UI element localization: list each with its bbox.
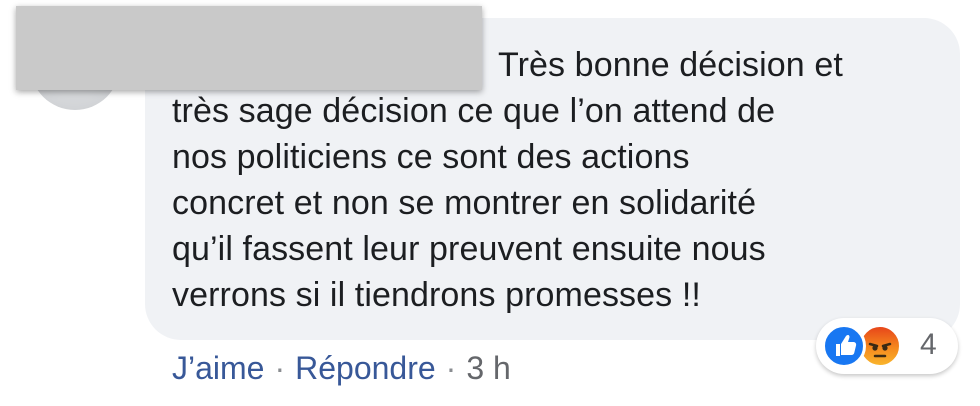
like-link[interactable]: J’aime <box>172 350 264 386</box>
comment-container: Très bonne décision et très sage décisio… <box>0 0 980 406</box>
comment-line: verrons si il tiendrons promesses !! <box>172 276 701 314</box>
comment-actions: J’aime · Répondre · 3 h <box>172 348 511 388</box>
timestamp[interactable]: 3 h <box>466 350 510 386</box>
separator: · <box>274 350 286 386</box>
reaction-count: 4 <box>920 328 937 361</box>
comment-line: très sage décision ce que l’on attend de <box>172 92 776 130</box>
reactions-summary[interactable]: 4 <box>816 318 958 374</box>
like-icon <box>822 324 866 368</box>
comment-line: nos politiciens ce sont des actions <box>172 138 690 176</box>
reply-link[interactable]: Répondre <box>295 350 436 386</box>
comment-line: qu’il fassent leur preuvent ensuite nous <box>172 230 766 268</box>
separator: · <box>445 350 457 386</box>
comment-line: concret et non se montrer en solidarité <box>172 184 757 222</box>
redacted-author-name <box>16 6 482 90</box>
